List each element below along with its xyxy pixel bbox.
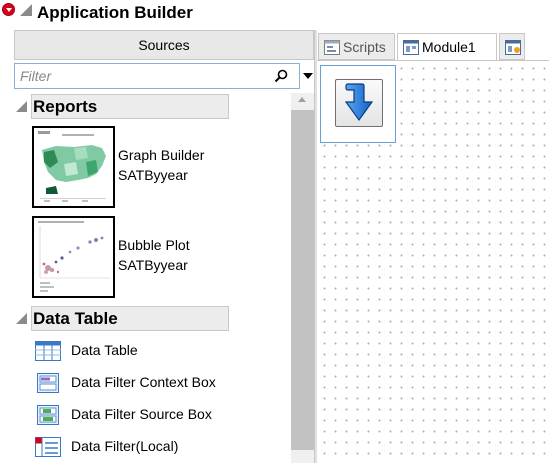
data-table-section-label: Data Table (31, 306, 229, 331)
search-icon[interactable] (274, 69, 288, 83)
graph-builder-label: Graph Builder SATByyear (118, 145, 204, 185)
tab-scripts[interactable]: Scripts (318, 33, 395, 60)
tab-module1-label: Module1 (422, 39, 476, 55)
scroll-thumb[interactable] (291, 110, 314, 450)
data-filter-context-box-item[interactable]: Data Filter Context Box (35, 371, 285, 395)
sources-header: Sources (14, 30, 314, 60)
module-start-box[interactable] (320, 65, 396, 143)
report-bubble-plot[interactable]: Bubble Plot SATByyear (32, 216, 282, 298)
report-name: Bubble Plot (118, 237, 190, 253)
report-table: SATByyear (118, 167, 188, 183)
module-icon (403, 40, 419, 55)
data-filter-context-box-label: Data Filter Context Box (71, 374, 216, 390)
module-canvas[interactable] (317, 60, 549, 463)
data-table-section-header[interactable]: Data Table (14, 306, 229, 331)
data-filter-source-box-item[interactable]: Data Filter Source Box (35, 403, 285, 427)
tab-scripts-label: Scripts (343, 39, 386, 55)
data-table-icon (35, 341, 61, 361)
data-filter-source-box-icon (37, 405, 59, 425)
title-bar: Application Builder (0, 0, 549, 30)
tab-bar: Scripts Module1 (317, 30, 549, 61)
scroll-up-arrow-icon[interactable] (298, 97, 306, 102)
report-table: SATByyear (118, 257, 188, 273)
collapse-toggle-icon[interactable] (16, 313, 27, 324)
tab-module1[interactable]: Module1 (397, 33, 497, 61)
sources-header-label: Sources (138, 37, 190, 53)
report-name: Graph Builder (118, 147, 205, 163)
bubble-plot-thumbnail[interactable] (32, 216, 115, 298)
data-table-item[interactable]: Data Table (35, 339, 285, 363)
data-filter-source-box-label: Data Filter Source Box (71, 406, 212, 422)
filter-options-dropdown[interactable] (301, 63, 314, 89)
data-filter-local-item[interactable]: Data Filter(Local) (35, 435, 285, 459)
scripts-icon (324, 40, 340, 55)
reports-section-label: Reports (31, 94, 229, 119)
filter-input[interactable] (15, 64, 270, 88)
data-filter-local-label: Data Filter(Local) (71, 438, 179, 454)
filter-box (14, 63, 300, 89)
add-module-icon (505, 40, 521, 55)
red-triangle-menu-icon[interactable] (2, 3, 15, 16)
window-title: Application Builder (37, 3, 193, 22)
data-table-item-label: Data Table (71, 342, 138, 358)
collapse-toggle-icon[interactable] (16, 101, 27, 112)
sources-scrollbar[interactable] (291, 93, 314, 463)
module-start-button[interactable] (335, 79, 383, 127)
reports-section-header[interactable]: Reports (14, 94, 229, 119)
bubble-plot-label: Bubble Plot SATByyear (118, 235, 190, 275)
down-arrow-icon (344, 83, 374, 122)
data-filter-local-icon (35, 437, 61, 457)
collapse-toggle-icon[interactable] (20, 4, 32, 16)
sources-panel: Sources Reports (14, 30, 314, 463)
tab-add-module[interactable] (499, 33, 525, 60)
graph-builder-thumbnail[interactable] (32, 126, 115, 208)
report-graph-builder[interactable]: Graph Builder SATByyear (32, 126, 282, 208)
data-filter-context-box-icon (37, 373, 59, 393)
